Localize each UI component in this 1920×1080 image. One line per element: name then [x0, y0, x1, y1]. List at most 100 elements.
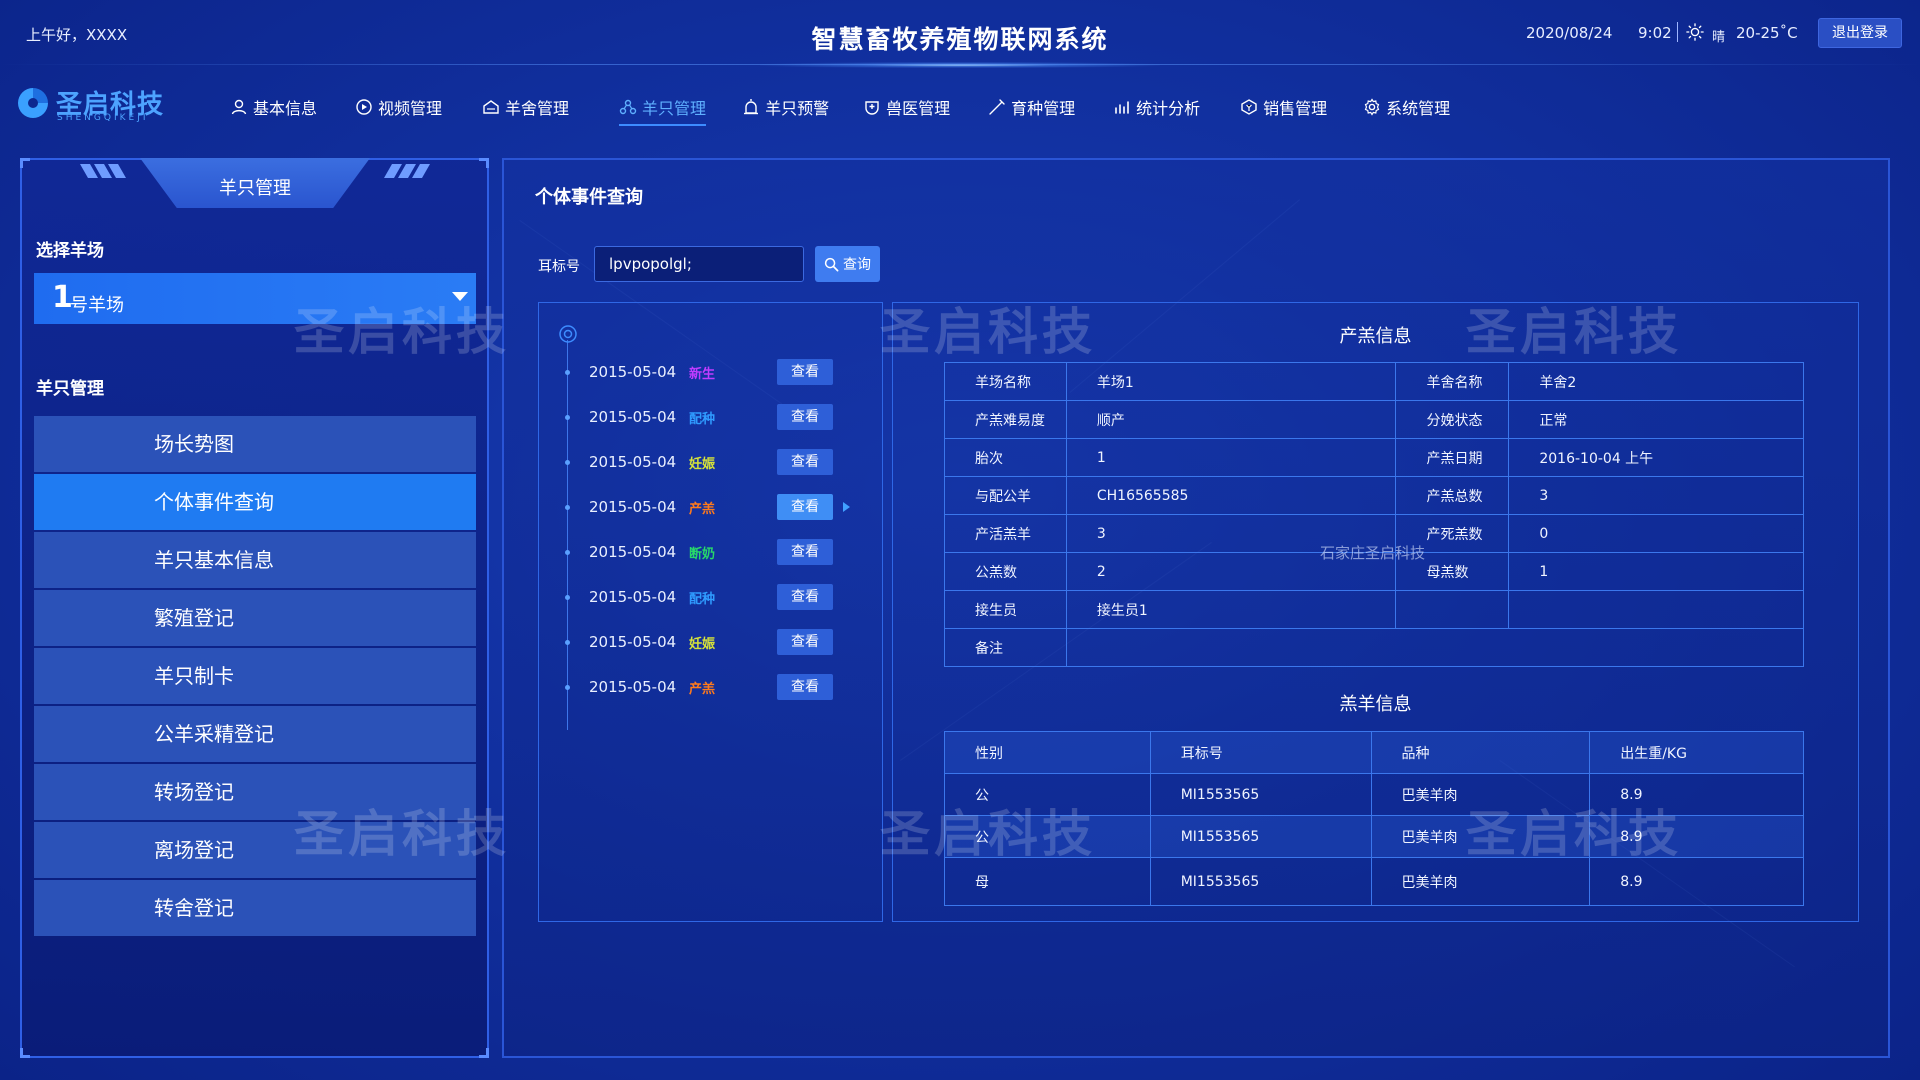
nav-label: 兽医管理: [886, 99, 951, 118]
panel-corner: [20, 158, 30, 168]
nav-item-system[interactable]: 系统管理: [1363, 92, 1450, 122]
lamb-info-title: 羔羊信息: [1339, 694, 1412, 715]
nav-label: 羊只预警: [765, 99, 830, 118]
cell-value: 0: [1508, 514, 1804, 553]
cell-value: 羊舍2: [1508, 362, 1804, 401]
panel-tab-title: 羊只管理: [219, 178, 291, 199]
side-menu-item-active[interactable]: 个体事件查询: [34, 474, 476, 530]
nav-item-vet[interactable]: 兽医管理: [863, 92, 950, 122]
cell-label: 产羔难易度: [944, 400, 1067, 439]
event-date: 2015-05-04: [589, 408, 677, 426]
alarm-icon: [744, 99, 759, 115]
watermark-text: 石家庄圣启科技: [1320, 544, 1426, 562]
view-button[interactable]: 查看: [777, 494, 833, 520]
timeline-dot: [565, 504, 570, 510]
column-header: 品种: [1370, 731, 1591, 774]
view-button[interactable]: 查看: [777, 449, 833, 475]
farm-select-label: 选择羊场: [36, 241, 104, 261]
nav-label: 羊舍管理: [505, 99, 570, 118]
view-button[interactable]: 查看: [777, 629, 833, 655]
nav-item-basic-info[interactable]: 基本信息: [230, 92, 317, 122]
cell-label: 产羔日期: [1395, 438, 1510, 477]
cell-value: 2016-10-04 上午: [1508, 438, 1804, 477]
watermark: 圣启科技: [294, 303, 510, 361]
event-type: 新生: [689, 366, 716, 382]
weather-text: 晴: [1712, 30, 1726, 45]
view-button[interactable]: 查看: [777, 359, 833, 385]
panel-corner: [479, 1048, 489, 1058]
side-menu-item[interactable]: 转舍登记: [34, 880, 476, 936]
event-date: 2015-05-04: [589, 453, 677, 471]
logo-subtitle: SHENGQIKEJI: [57, 113, 149, 123]
nav-item-sheep[interactable]: 羊只管理: [619, 92, 707, 126]
side-menu-item[interactable]: 公羊采精登记: [34, 706, 476, 762]
cell-value: 1: [1508, 552, 1804, 591]
play-icon: [356, 99, 372, 115]
birth-info-row: 羊场名称 羊场1 羊舍名称 羊舍2: [944, 362, 1804, 401]
event-date: 2015-05-04: [589, 543, 677, 561]
birth-info-row: 胎次 1 产羔日期 2016-10-04 上午: [944, 438, 1804, 477]
header-separator: [1677, 22, 1678, 42]
syringe-icon: [989, 99, 1005, 115]
cell-value: 正常: [1508, 400, 1804, 439]
timeline-dot: [565, 414, 570, 420]
event-date: 2015-05-04: [589, 588, 677, 606]
cell-label: 分娩状态: [1395, 400, 1510, 439]
event-date: 2015-05-04: [589, 363, 677, 381]
cell-value: 顺产: [1065, 400, 1397, 439]
temperature-text: 20-25˚C: [1736, 24, 1798, 42]
cell-value: 3: [1508, 476, 1804, 515]
cell-value: [1065, 628, 1805, 667]
nav-item-breeding[interactable]: 育种管理: [988, 92, 1075, 122]
page-title: 个体事件查询: [535, 187, 643, 208]
view-button[interactable]: 查看: [777, 539, 833, 565]
table-cell: MI1553565: [1149, 857, 1372, 906]
column-header: 耳标号: [1149, 731, 1372, 774]
column-header: 性别: [944, 731, 1151, 774]
side-menu-item[interactable]: 羊只制卡: [34, 648, 476, 704]
cell-value: [1508, 590, 1804, 629]
nav-item-sales[interactable]: 销售管理: [1240, 92, 1327, 122]
date-text: 2020/08/24: [1526, 24, 1613, 42]
event-type: 妊娠: [689, 636, 716, 652]
cell-value: 接生员1: [1065, 590, 1397, 629]
logo-icon: [18, 88, 48, 118]
view-button[interactable]: 查看: [777, 674, 833, 700]
view-button[interactable]: 查看: [777, 404, 833, 430]
user-icon: [231, 99, 247, 115]
side-menu-item[interactable]: 繁殖登记: [34, 590, 476, 646]
view-button[interactable]: 查看: [777, 584, 833, 610]
nav-item-video[interactable]: 视频管理: [355, 92, 442, 122]
logout-button[interactable]: 退出登录: [1818, 18, 1902, 48]
timeline-row: 2015-05-04 妊娠 查看: [560, 628, 833, 656]
side-menu-item[interactable]: 羊只基本信息: [34, 532, 476, 588]
cell-label: [1395, 590, 1510, 629]
birth-info-row: 与配公羊 CH16565585 产羔总数 3: [944, 476, 1804, 515]
decor-stripes: [80, 164, 126, 178]
timeline-dot: [565, 459, 570, 465]
farm-name: 号羊场: [70, 295, 124, 316]
sales-icon: [1241, 99, 1257, 115]
birth-info-row: 备注: [944, 628, 1805, 667]
table-cell: MI1553565: [1149, 815, 1372, 858]
event-date: 2015-05-04: [589, 678, 677, 696]
barn-icon: [483, 100, 499, 114]
cell-label: 接生员: [944, 590, 1067, 629]
sun-icon: [1686, 23, 1704, 41]
nav-item-statistics[interactable]: 统计分析: [1113, 92, 1200, 122]
cell-value: CH16565585: [1065, 476, 1397, 515]
selected-arrow-icon: [843, 502, 850, 512]
nav-item-warning[interactable]: 羊只预警: [742, 92, 829, 122]
system-title: 智慧畜牧养殖物联网系统: [811, 25, 1109, 54]
timeline-line: [567, 340, 568, 730]
ear-tag-input[interactable]: [594, 246, 804, 282]
time-text: 9:02: [1638, 24, 1672, 42]
vet-icon: [865, 101, 879, 115]
watermark: 圣启科技: [880, 303, 1096, 361]
side-menu-item[interactable]: 场长势图: [34, 416, 476, 472]
nav-label: 基本信息: [253, 99, 318, 118]
nav-item-barn[interactable]: 羊舍管理: [482, 92, 569, 122]
decor-stripes: [384, 164, 430, 178]
query-button[interactable]: 查询: [815, 246, 880, 282]
event-type: 产羔: [689, 501, 716, 517]
